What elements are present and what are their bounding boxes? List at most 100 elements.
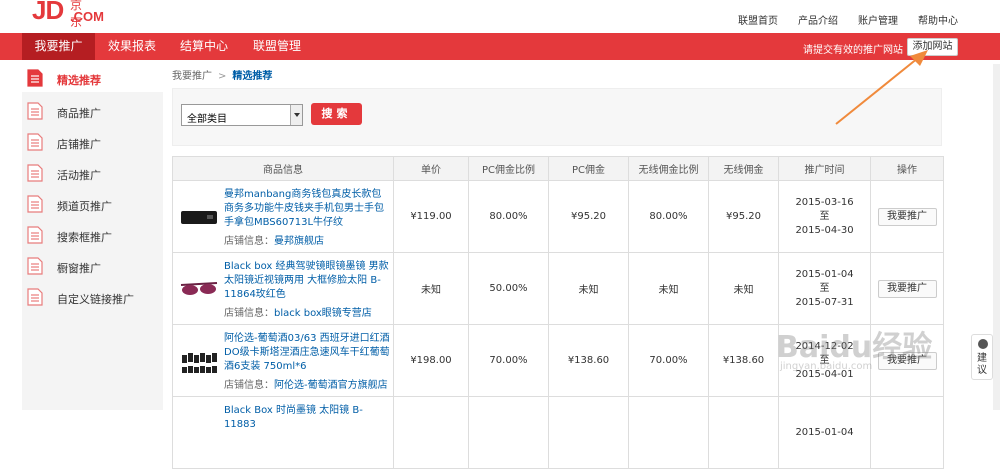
shop-name-link[interactable]: black box眼镜专营店 — [274, 308, 372, 319]
goods-title-link[interactable]: Black box 经典驾驶镜眼镜墨镜 男款太阳镜近视镜两用 大框修脸太阳 B-… — [224, 260, 390, 302]
goods-cell: Black Box 时尚墨镜 太阳镜 B-11883 — [172, 396, 394, 469]
pc-rate-cell: 70.00% — [468, 324, 549, 397]
mobile-rate-cell — [628, 396, 709, 469]
chevron-down-icon[interactable] — [290, 105, 302, 125]
col-mobile-commission: 无线佣金 — [708, 156, 779, 181]
goods-cell: 阿伦选-葡萄酒03/63 西班牙进口红酒DO级卡斯塔涅酒庄急速风车干红葡萄酒6支… — [172, 324, 394, 397]
top-link-home[interactable]: 联盟首页 — [738, 12, 778, 27]
shop-info: 店铺信息：阿伦选-葡萄酒官方旗舰店 — [224, 376, 388, 391]
action-cell: 我要推广 — [870, 252, 944, 325]
sidebar-item[interactable]: 频道页推广 — [22, 190, 163, 218]
search-button[interactable]: 搜索 — [311, 103, 362, 125]
price-cell — [393, 396, 469, 469]
sidebar-item[interactable]: 店铺推广 — [22, 128, 163, 156]
category-select-value: 全部类目 — [187, 114, 227, 125]
col-promo-period: 推广时间 — [778, 156, 871, 181]
goods-title-link[interactable]: 曼邦manbang商务钱包真皮长款包商务多功能牛皮钱夹手机包男士手包手拿包MBS… — [224, 188, 390, 230]
baidu-watermark: Baidu经验 — [776, 330, 933, 365]
category-select[interactable]: 全部类目 — [181, 104, 303, 126]
goods-title-link[interactable]: 阿伦选-葡萄酒03/63 西班牙进口红酒DO级卡斯塔涅酒庄急速风车干红葡萄酒6支… — [224, 332, 390, 374]
sunglasses-thumbnail — [180, 282, 218, 295]
sidebar-item-label: 搜索框推广 — [57, 231, 112, 244]
sidebar-item-label: 自定义链接推广 — [57, 293, 134, 306]
sidebar-item[interactable]: 商品推广 — [22, 97, 163, 125]
top-link-product[interactable]: 产品介绍 — [798, 12, 838, 27]
action-cell — [870, 396, 944, 469]
promo-start-date: 2015-01-04 — [795, 426, 854, 438]
document-icon — [27, 133, 43, 151]
table-header-row: 商品信息 单价 PC佣金比例 PC佣金 无线佣金比例 无线佣金 推广时间 操作 — [172, 156, 944, 181]
sidebar-item[interactable]: 搜索框推广 — [22, 221, 163, 249]
sidebar-item-label: 商品推广 — [57, 107, 101, 120]
action-cell: 我要推广 — [870, 180, 944, 253]
shop-label: 店铺信息： — [224, 236, 274, 247]
col-action: 操作 — [870, 156, 944, 181]
promo-start-date: 2015-03-16 — [795, 196, 854, 208]
main-nav: 我要推广 效果报表 结算中心 联盟管理 请提交有效的推广网站 添加网站 — [0, 33, 1000, 60]
tab-settlement[interactable]: 结算中心 — [170, 33, 238, 60]
mobile-rate-cell: 70.00% — [628, 324, 709, 397]
feedback-label: 建议 — [977, 353, 987, 376]
goods-cell: 曼邦manbang商务钱包真皮长款包商务多功能牛皮钱夹手机包男士手包手拿包MBS… — [172, 180, 394, 253]
sidebar-item-label: 橱窗推广 — [57, 262, 101, 275]
document-icon — [27, 226, 43, 244]
sidebar-item[interactable]: 活动推广 — [22, 159, 163, 187]
promo-period-cell: 2015-03-16 至 2015-04-30 — [778, 180, 871, 253]
goods-title-link[interactable]: Black Box 时尚墨镜 太阳镜 B-11883 — [224, 404, 390, 432]
pc-commission-cell: 未知 — [548, 252, 629, 325]
pc-rate-cell — [468, 396, 549, 469]
document-icon — [27, 195, 43, 213]
mobile-rate-cell: 未知 — [628, 252, 709, 325]
shop-name-link[interactable]: 曼邦旗舰店 — [274, 236, 324, 247]
pc-commission-cell: ¥95.20 — [548, 180, 629, 253]
table-row: 曼邦manbang商务钱包真皮长款包商务多功能牛皮钱夹手机包男士手包手拿包MBS… — [172, 180, 944, 253]
logo-com: .COM — [70, 9, 104, 24]
filter-bar: 全部类目 搜索 — [172, 88, 942, 146]
mobile-rate-cell: 80.00% — [628, 180, 709, 253]
document-icon — [27, 288, 43, 306]
promo-period-cell: 2015-01-04 — [778, 396, 871, 469]
breadcrumb-separator: > — [218, 71, 227, 82]
chat-icon — [978, 339, 988, 349]
pc-rate-cell: 50.00% — [468, 252, 549, 325]
pc-rate-cell: 80.00% — [468, 180, 549, 253]
tab-reports[interactable]: 效果报表 — [98, 33, 166, 60]
document-icon — [27, 257, 43, 275]
sidebar-item-label: 精选推荐 — [57, 74, 101, 87]
promo-date-to: 至 — [819, 282, 830, 294]
top-link-help[interactable]: 帮助中心 — [918, 12, 958, 27]
promote-button[interactable]: 我要推广 — [877, 279, 937, 298]
top-link-account[interactable]: 账户管理 — [858, 12, 898, 27]
document-icon — [27, 164, 43, 182]
add-site-button[interactable]: 添加网站 — [907, 38, 958, 56]
nav-hint-text: 请提交有效的推广网站 — [803, 45, 903, 56]
top-links: 联盟首页 产品介绍 账户管理 帮助中心 — [738, 12, 958, 27]
tab-promote[interactable]: 我要推广 — [22, 33, 95, 60]
breadcrumb-root[interactable]: 我要推广 — [172, 71, 212, 82]
price-cell: 未知 — [393, 252, 469, 325]
products-table: 商品信息 单价 PC佣金比例 PC佣金 无线佣金比例 无线佣金 推广时间 操作 … — [172, 156, 944, 469]
sidebar-item[interactable]: 精选推荐 — [22, 64, 163, 92]
shop-label: 店铺信息： — [224, 308, 274, 319]
mobile-commission-cell: ¥95.20 — [708, 180, 779, 253]
col-pc-commission: PC佣金 — [548, 156, 629, 181]
mobile-commission-cell: 未知 — [708, 252, 779, 325]
table-row: Black box 经典驾驶镜眼镜墨镜 男款太阳镜近视镜两用 大框修脸太阳 B-… — [172, 252, 944, 325]
mobile-commission-cell: ¥138.60 — [708, 324, 779, 397]
baidu-watermark-url: jingyan.baidu.com — [780, 361, 873, 372]
sidebar-item-label: 活动推广 — [57, 169, 101, 182]
goods-cell: Black box 经典驾驶镜眼镜墨镜 男款太阳镜近视镜两用 大框修脸太阳 B-… — [172, 252, 394, 325]
sidebar-item[interactable]: 橱窗推广 — [22, 252, 163, 280]
wine-bottles-thumbnail — [182, 353, 217, 373]
price-cell: ¥119.00 — [393, 180, 469, 253]
promote-button[interactable]: 我要推广 — [877, 207, 937, 226]
tab-union-manage[interactable]: 联盟管理 — [243, 33, 311, 60]
page-scrollbar[interactable] — [993, 64, 1000, 410]
col-mobile-rate: 无线佣金比例 — [628, 156, 709, 181]
shop-name-link[interactable]: 阿伦选-葡萄酒官方旗舰店 — [274, 380, 388, 391]
promo-end-date: 2015-07-31 — [795, 296, 854, 308]
sidebar-item[interactable]: 自定义链接推广 — [22, 283, 163, 311]
feedback-widget[interactable]: 建议 — [971, 334, 993, 380]
breadcrumb-current: 精选推荐 — [232, 71, 273, 82]
promo-end-date: 2015-04-30 — [795, 224, 854, 236]
